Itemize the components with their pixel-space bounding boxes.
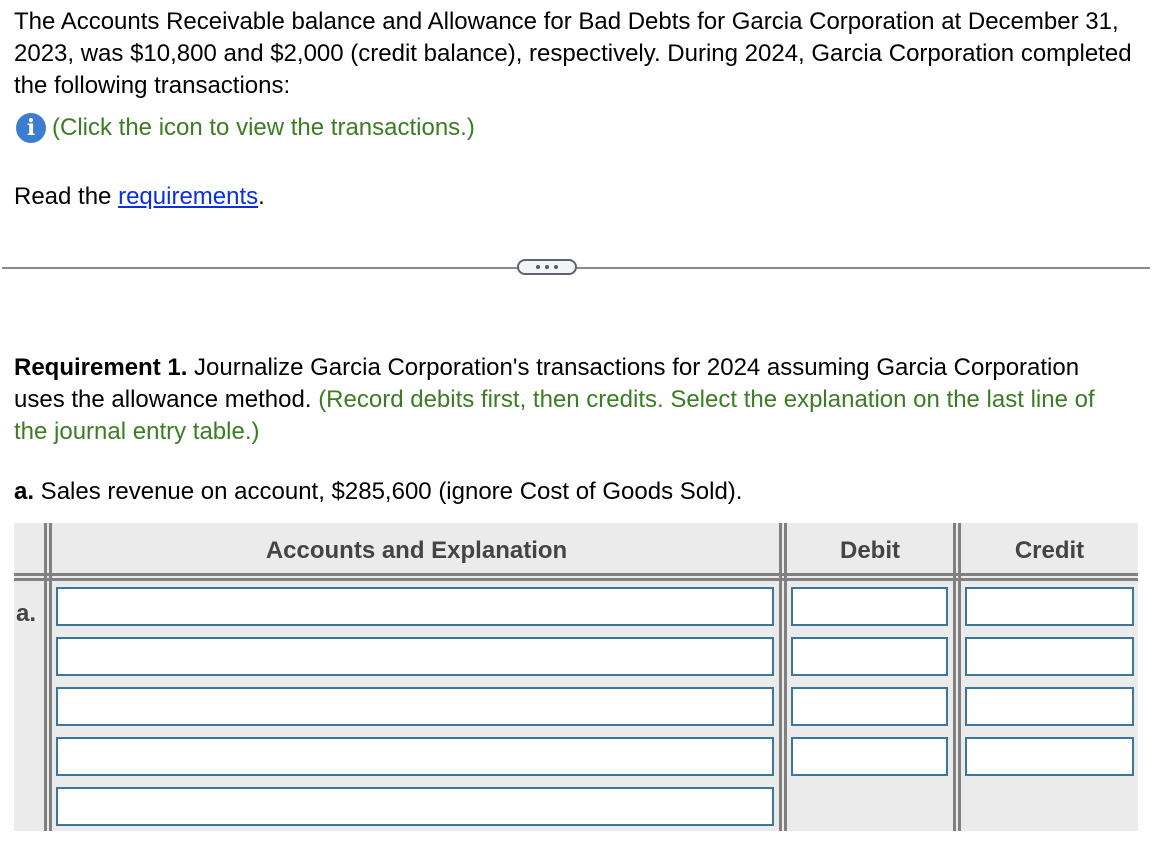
transaction-a-label: a. [14, 478, 35, 505]
account-field-3[interactable] [58, 689, 772, 724]
credit-field-4[interactable] [967, 739, 1132, 774]
column-divider [953, 523, 961, 831]
read-requirements: Read the requirements. [14, 181, 265, 213]
debit-field-2[interactable] [793, 639, 946, 674]
more-options-button[interactable] [517, 259, 577, 275]
credit-field-1[interactable] [967, 589, 1132, 624]
debit-input-3[interactable] [791, 687, 948, 726]
ellipsis-dot-icon [554, 265, 558, 269]
requirements-link[interactable]: requirements [118, 183, 258, 210]
account-input-2[interactable] [56, 637, 774, 676]
credit-input-1[interactable] [965, 587, 1134, 626]
column-divider [779, 523, 787, 831]
account-field-2[interactable] [58, 639, 772, 674]
view-transactions[interactable]: i (Click the icon to view the transactio… [16, 111, 475, 145]
account-input-4[interactable] [56, 737, 774, 776]
header-divider [14, 573, 1138, 581]
read-requirements-prefix: Read the [14, 183, 119, 210]
debit-field-4[interactable] [793, 739, 946, 774]
ellipsis-dot-icon [545, 265, 549, 269]
requirement-1: Requirement 1. Journalize Garcia Corpora… [14, 352, 1114, 448]
account-field-4[interactable] [58, 739, 772, 774]
debit-input-1[interactable] [791, 587, 948, 626]
transaction-a-text: Sales revenue on account, $285,600 (igno… [34, 478, 743, 505]
read-requirements-suffix: . [258, 183, 265, 210]
transaction-a: a. Sales revenue on account, $285,600 (i… [14, 476, 742, 508]
credit-input-3[interactable] [965, 687, 1134, 726]
view-transactions-text[interactable]: (Click the icon to view the transactions… [52, 114, 475, 142]
requirement-1-label: Requirement 1. [14, 354, 188, 381]
debit-field-3[interactable] [793, 689, 946, 724]
account-input-1[interactable] [56, 587, 774, 626]
credit-field-3[interactable] [967, 689, 1132, 724]
debit-field-1[interactable] [793, 589, 946, 624]
info-icon[interactable]: i [16, 113, 46, 143]
account-field-1[interactable] [58, 589, 772, 624]
header-credit: Credit [1014, 537, 1085, 564]
problem-intro: The Accounts Receivable balance and Allo… [14, 8, 1132, 99]
debit-input-2[interactable] [791, 637, 948, 676]
header-debit: Debit [840, 537, 900, 564]
journal-entry-table: Accounts and Explanation Debit Credit a. [14, 523, 1138, 831]
credit-input-4[interactable] [965, 737, 1134, 776]
header-accounts-and-explanation: Accounts and Explanation [265, 537, 568, 564]
debit-input-4[interactable] [791, 737, 948, 776]
column-divider [44, 523, 52, 831]
credit-field-2[interactable] [967, 639, 1132, 674]
explanation-input[interactable] [56, 787, 774, 826]
ellipsis-dot-icon [536, 265, 540, 269]
account-input-3[interactable] [56, 687, 774, 726]
credit-input-2[interactable] [965, 637, 1134, 676]
entry-label: a. [16, 600, 37, 627]
explanation-field[interactable] [58, 789, 772, 824]
